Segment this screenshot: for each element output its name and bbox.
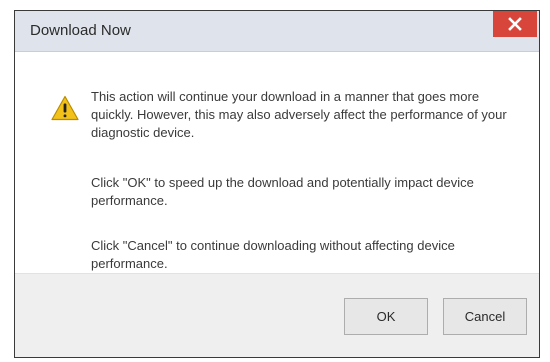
- message-paragraph: Click "OK" to speed up the download and …: [91, 175, 474, 208]
- close-icon: [508, 17, 522, 31]
- warning-triangle-icon: [51, 95, 79, 121]
- ok-button[interactable]: OK: [344, 298, 428, 335]
- title-bar: Download Now: [15, 11, 539, 52]
- download-now-dialog: Download Now This action will continue y…: [14, 10, 540, 358]
- dialog-title: Download Now: [30, 22, 131, 39]
- dialog-content: This action will continue your download …: [15, 52, 539, 273]
- message-paragraph: Click "Cancel" to continue downloading w…: [91, 238, 455, 271]
- button-bar: OK Cancel: [15, 273, 539, 357]
- cancel-button[interactable]: Cancel: [443, 298, 527, 335]
- message-paragraph: This action will continue your download …: [91, 89, 507, 140]
- close-button[interactable]: [493, 11, 537, 37]
